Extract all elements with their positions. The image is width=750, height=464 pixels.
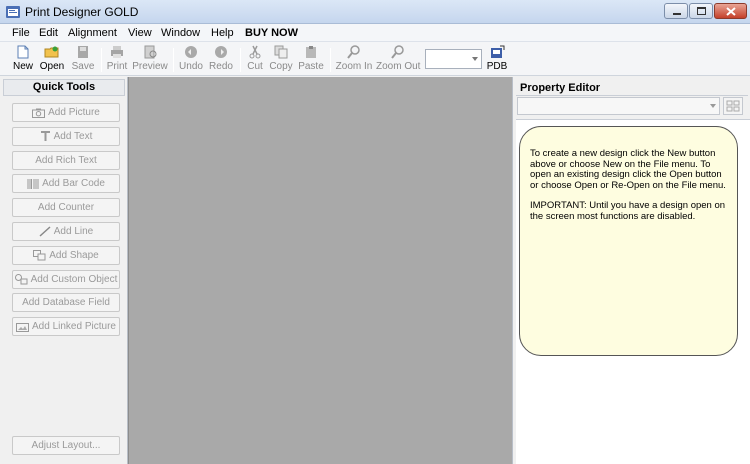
minimize-icon [673, 13, 681, 15]
copy-icon [274, 45, 288, 59]
menu-window[interactable]: Window [161, 27, 200, 39]
zoom-level-combo[interactable] [425, 49, 482, 69]
add-linked-picture-button[interactable]: Add Linked Picture [12, 317, 120, 336]
save-button[interactable]: Save [70, 45, 96, 75]
window-title: Print Designer GOLD [25, 5, 139, 19]
menu-help[interactable]: Help [211, 27, 234, 39]
maximize-icon [697, 7, 706, 15]
close-button[interactable] [714, 3, 747, 19]
toolbar-separator [240, 48, 241, 72]
property-options-button[interactable] [723, 97, 743, 115]
toolbar-separator [173, 48, 174, 72]
preview-icon [144, 45, 157, 59]
add-shape-button[interactable]: Add Shape [12, 246, 120, 265]
printer-icon [111, 46, 123, 58]
help-text-important: IMPORTANT: Until you have a design open … [530, 200, 726, 222]
property-grid: To create a new design click the New but… [516, 119, 750, 464]
property-editor-header: Property Editor [516, 80, 748, 96]
zoom-in-icon [347, 45, 360, 59]
camera-icon [32, 108, 46, 118]
help-message-bubble: To create a new design click the New but… [519, 126, 738, 356]
zoom-out-button[interactable]: Zoom Out [376, 45, 420, 75]
add-rich-text-button[interactable]: Add Rich Text [12, 151, 120, 170]
chevron-down-icon [710, 104, 716, 108]
zoom-in-button[interactable]: Zoom In [335, 45, 373, 75]
shape-icon [33, 250, 46, 261]
text-t-icon [40, 131, 50, 141]
save-disk-icon [78, 46, 88, 58]
open-button[interactable]: Open [38, 45, 66, 75]
adjust-layout-button[interactable]: Adjust Layout... [12, 436, 120, 455]
property-object-combo[interactable] [517, 97, 720, 115]
add-line-button[interactable]: Add Line [12, 222, 120, 241]
title-bar: Print Designer GOLD [0, 0, 750, 24]
print-button[interactable]: Print [105, 45, 129, 75]
line-icon [39, 226, 51, 237]
redo-button[interactable]: Redo [208, 45, 234, 75]
maximize-button[interactable] [689, 3, 713, 19]
barcode-icon [27, 178, 39, 189]
menu-bar: File Edit Alignment View Window Help BUY… [0, 24, 750, 42]
menu-file[interactable]: File [12, 27, 30, 39]
quick-tools-header: Quick Tools [3, 79, 125, 96]
pdb-button[interactable]: PDB [485, 45, 509, 75]
toolbar: New Open Save Print Preview Undo Redo Cu… [0, 42, 750, 76]
undo-icon [185, 46, 197, 58]
zoom-out-icon [391, 45, 404, 59]
property-editor-panel: Property Editor To create a new design c… [512, 77, 750, 464]
cut-button[interactable]: Cut [244, 45, 266, 75]
paste-button[interactable]: Paste [297, 45, 325, 75]
preview-button[interactable]: Preview [132, 45, 168, 75]
add-database-field-button[interactable]: Add Database Field [12, 293, 120, 312]
grid-icon [726, 100, 740, 112]
menu-alignment[interactable]: Alignment [68, 27, 117, 39]
menu-view[interactable]: View [128, 27, 152, 39]
help-text-create: To create a new design click the New but… [530, 148, 726, 191]
add-bar-code-button[interactable]: Add Bar Code [12, 174, 120, 193]
chevron-down-icon [472, 57, 478, 61]
design-canvas[interactable] [128, 77, 512, 464]
toolbar-separator [101, 48, 102, 72]
minimize-button[interactable] [664, 3, 688, 19]
undo-button[interactable]: Undo [178, 45, 204, 75]
add-text-button[interactable]: Add Text [12, 127, 120, 146]
open-folder-icon [44, 46, 59, 58]
linked-picture-icon [16, 322, 30, 332]
new-button[interactable]: New [11, 45, 35, 75]
new-document-icon [17, 45, 29, 59]
redo-icon [215, 46, 227, 58]
add-counter-button[interactable]: Add Counter [12, 198, 120, 217]
add-picture-button[interactable]: Add Picture [12, 103, 120, 122]
toolbar-separator [330, 48, 331, 72]
copy-button[interactable]: Copy [268, 45, 294, 75]
quick-tools-panel: Quick Tools Add Picture Add Text Add Ric… [0, 77, 128, 464]
add-custom-object-button[interactable]: Add Custom Object [12, 270, 120, 289]
pdb-icon [491, 45, 505, 58]
paste-icon [306, 46, 316, 58]
menu-edit[interactable]: Edit [39, 27, 58, 39]
close-icon [726, 7, 736, 16]
menu-buy-now[interactable]: BUY NOW [245, 27, 298, 39]
scissors-icon [249, 45, 261, 59]
custom-object-icon [14, 274, 28, 285]
app-icon [6, 6, 20, 18]
